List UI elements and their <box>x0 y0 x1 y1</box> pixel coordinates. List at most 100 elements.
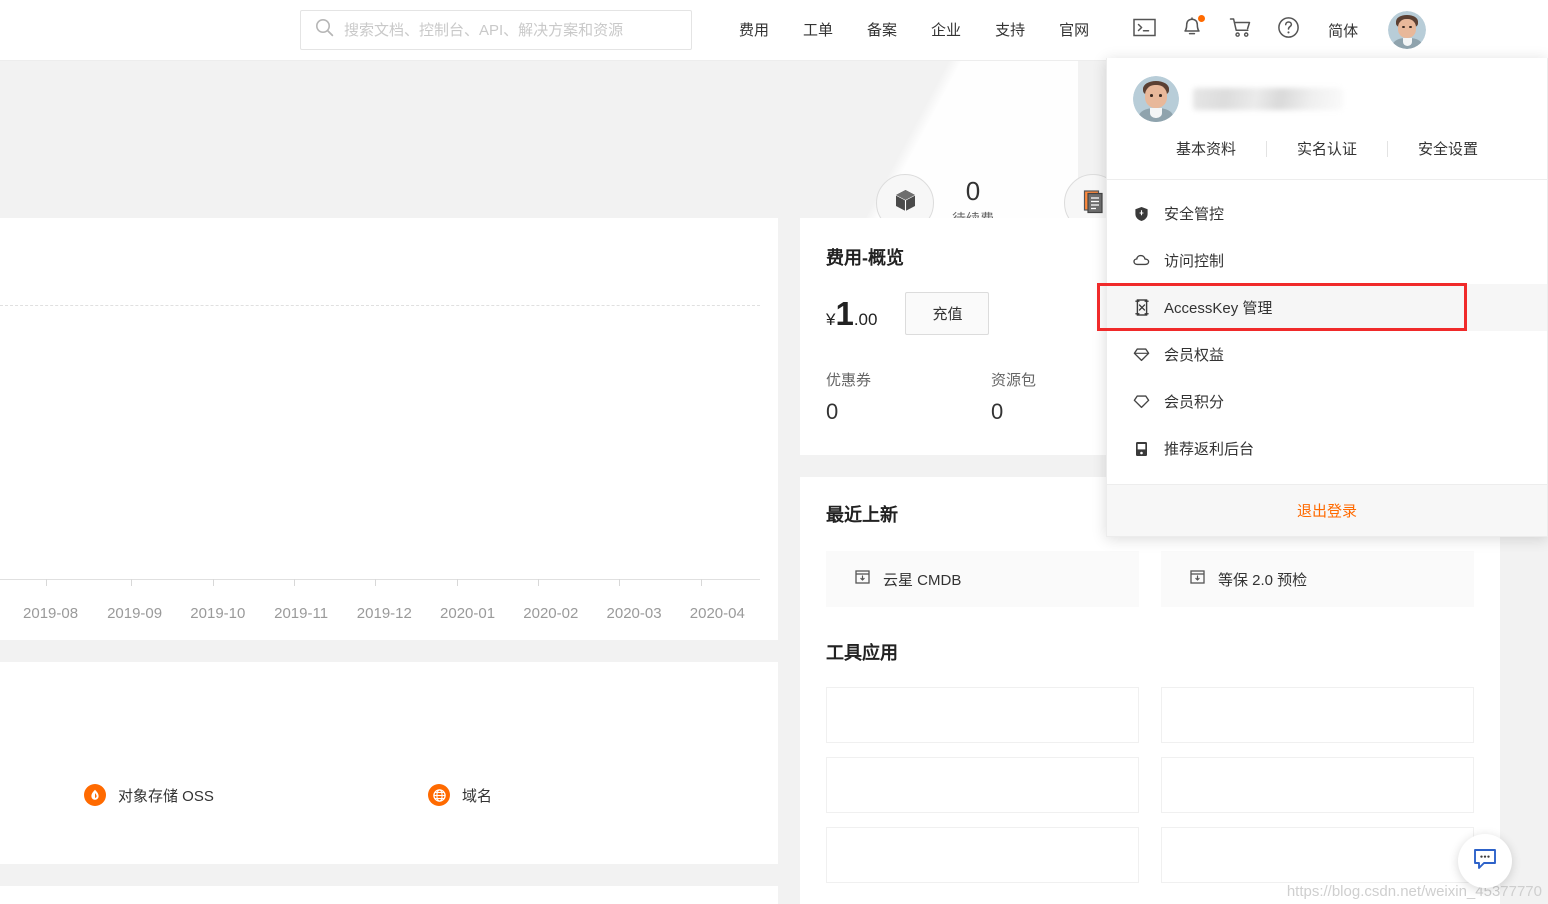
tool-placeholder[interactable] <box>826 827 1139 883</box>
watermark: https://blog.csdn.net/weixin_45377770 <box>1286 883 1542 900</box>
dropdown-link-basic-info[interactable]: 基本资料 <box>1146 138 1266 159</box>
chat-bubble-icon <box>1472 847 1498 876</box>
page-root: 费用 工单 备案 企业 支持 官网 <box>0 0 1548 904</box>
fee-stat-label: 优惠券 <box>826 372 872 389</box>
chart-x-label: 2019-10 <box>190 604 246 622</box>
chart-gridline <box>0 305 760 306</box>
chart-x-label: 2020-03 <box>606 604 662 622</box>
chart-x-label: 2019-08 <box>23 604 79 622</box>
balance-decimal: .00 <box>853 310 878 329</box>
search-box[interactable] <box>300 10 692 50</box>
menu-item-security-control[interactable]: 安全管控 <box>1107 190 1547 237</box>
left-column-extra-card <box>0 886 778 904</box>
menu-item-accesskey[interactable]: AccessKey 管理 <box>1097 283 1547 331</box>
menu-item-referral-console[interactable]: 推荐返利后台 <box>1107 425 1547 472</box>
release-tile-dengbao[interactable]: 等保 2.0 预检 <box>1161 551 1474 607</box>
cloud-icon <box>1133 252 1150 269</box>
domain-globe-icon <box>428 784 450 806</box>
recent-releases-card: 最近上新 云星 CMDB 等保 2.0 预检 工具应用 <box>800 477 1500 904</box>
stat-pending-renewal[interactable]: 0 待续费 <box>876 174 994 218</box>
menu-item-label: 访问控制 <box>1164 253 1225 270</box>
menu-item-label: 会员积分 <box>1164 394 1225 411</box>
tool-placeholder[interactable] <box>826 757 1139 813</box>
chart-plot-area: 2019-08 2019-09 2019-10 2019-11 2019-12 … <box>0 218 778 640</box>
shield-icon <box>1133 205 1150 222</box>
recent-releases-tiles: 云星 CMDB 等保 2.0 预检 <box>826 551 1474 607</box>
tools-apps-title: 工具应用 <box>826 643 898 663</box>
dropdown-user-header <box>1107 58 1547 122</box>
username-masked <box>1193 88 1343 110</box>
search-icon <box>315 18 334 42</box>
nav-icons: 简体 <box>1120 0 1440 61</box>
menu-item-label: 推荐返利后台 <box>1164 441 1255 458</box>
nav-link-support[interactable]: 支持 <box>978 0 1042 61</box>
dropdown-avatar[interactable] <box>1133 76 1179 122</box>
document-list-icon <box>1080 187 1107 218</box>
product-shortcuts-card: 对象存储 OSS 域名 <box>0 662 778 864</box>
balance-integer: 1 <box>835 295 854 332</box>
chart-x-label: 2019-12 <box>356 604 412 622</box>
chart-x-label: 2019-09 <box>107 604 163 622</box>
dropdown-quick-links: 基本资料 实名认证 安全设置 <box>1107 122 1547 180</box>
product-box-icon <box>854 568 871 590</box>
logout-button[interactable]: 退出登录 <box>1297 503 1357 520</box>
menu-item-ram[interactable]: 访问控制 <box>1107 237 1547 284</box>
menu-item-label: 安全管控 <box>1164 206 1225 223</box>
tool-placeholder[interactable] <box>1161 827 1474 883</box>
shortcut-oss[interactable]: 对象存储 OSS <box>84 784 214 806</box>
tool-placeholder[interactable] <box>1161 687 1474 743</box>
column-gap <box>0 640 778 662</box>
stat-label: 待续费 <box>952 209 994 218</box>
nav-link-icp[interactable]: 备案 <box>850 0 914 61</box>
top-navigation-bar: 费用 工单 备案 企业 支持 官网 <box>0 0 1548 61</box>
chart-x-label: 2020-02 <box>523 604 579 622</box>
device-icon <box>1133 440 1150 457</box>
help-button[interactable] <box>1264 0 1312 61</box>
shortcut-label: 域名 <box>462 787 493 805</box>
diamond-outline-icon <box>1133 393 1150 410</box>
release-tile-label: 等保 2.0 预检 <box>1218 571 1308 589</box>
nav-links: 费用 工单 备案 企业 支持 官网 <box>722 0 1106 61</box>
chat-support-button[interactable] <box>1458 834 1512 888</box>
currency-symbol: ¥ <box>826 310 836 329</box>
nav-link-fees[interactable]: 费用 <box>722 0 786 61</box>
menu-item-member-benefits[interactable]: 会员权益 <box>1107 331 1547 378</box>
avatar[interactable] <box>1388 11 1427 49</box>
dropdown-link-security-settings[interactable]: 安全设置 <box>1388 138 1508 159</box>
product-box-icon <box>1189 568 1206 590</box>
fee-stat-value: 0 <box>826 399 839 424</box>
user-account-dropdown: 基本资料 实名认证 安全设置 安全管控 访问控制 AccessKey 管理 会员… <box>1097 58 1548 537</box>
shortcut-domain[interactable]: 域名 <box>428 784 492 806</box>
language-switcher[interactable]: 简体 <box>1312 20 1374 41</box>
avatar-image <box>1388 11 1427 49</box>
search-input[interactable] <box>344 21 677 39</box>
shortcut-label: 对象存储 OSS <box>118 787 214 805</box>
tool-placeholder[interactable] <box>826 687 1139 743</box>
nav-link-tickets[interactable]: 工单 <box>786 0 850 61</box>
chart-x-label: 2019-11 <box>274 604 329 622</box>
left-column: 2019-08 2019-09 2019-10 2019-11 2019-12 … <box>0 218 778 904</box>
dropdown-footer: 退出登录 <box>1107 484 1547 536</box>
cube-icon <box>892 187 919 218</box>
tool-placeholder[interactable] <box>1161 757 1474 813</box>
terminal-button[interactable] <box>1120 0 1168 61</box>
recharge-button[interactable]: 充值 <box>905 292 990 335</box>
dropdown-menu-items: 安全管控 访问控制 AccessKey 管理 会员权益 会员积分 推荐返利后台 <box>1097 180 1547 484</box>
usage-chart-card: 2019-08 2019-09 2019-10 2019-11 2019-12 … <box>0 218 778 640</box>
nav-link-enterprise[interactable]: 企业 <box>914 0 978 61</box>
tools-apps-grid <box>826 687 1474 883</box>
oss-icon <box>84 784 106 806</box>
chart-x-label: 2020-04 <box>689 604 745 622</box>
menu-item-member-points[interactable]: 会员积分 <box>1107 378 1547 425</box>
cart-button[interactable] <box>1216 0 1264 61</box>
dropdown-link-real-name[interactable]: 实名认证 <box>1267 138 1387 159</box>
notifications-button[interactable] <box>1168 0 1216 61</box>
avatar-image <box>1133 76 1179 122</box>
menu-item-label: AccessKey 管理 <box>1164 300 1273 317</box>
nav-link-website[interactable]: 官网 <box>1042 0 1106 61</box>
fee-stat-coupon[interactable]: 优惠券 0 <box>826 369 991 425</box>
help-circle-icon <box>1277 16 1300 44</box>
diamond-icon <box>1133 346 1150 363</box>
release-tile-cmdb[interactable]: 云星 CMDB <box>826 551 1139 607</box>
tools-column-left <box>826 687 1139 883</box>
